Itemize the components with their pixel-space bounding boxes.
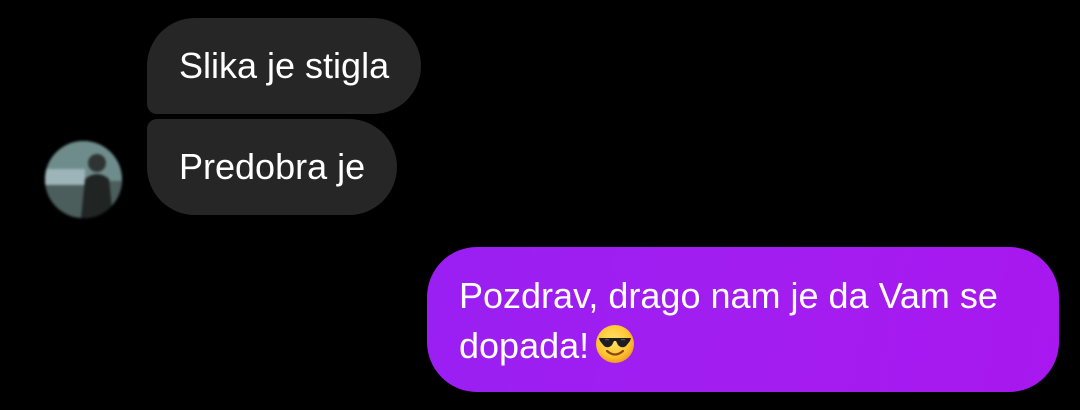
chat-thread: Slika je stigla Predobra je Pozdrav, dra…	[0, 0, 1080, 410]
message-text: Slika je stigla	[179, 45, 390, 86]
message-text-line: dopada!	[459, 321, 1029, 371]
incoming-message-bubble[interactable]: Predobra je	[147, 119, 398, 215]
incoming-message-bubble[interactable]: Slika je stigla	[147, 18, 422, 114]
message-text: dopada!	[459, 325, 590, 366]
message-text: Predobra je	[179, 146, 366, 187]
smiling-face-with-sunglasses-icon	[596, 325, 635, 363]
avatar-photo-icon	[45, 141, 122, 218]
message-text-line: Pozdrav, drago nam je da Vam se	[459, 275, 998, 316]
contact-avatar[interactable]	[45, 141, 122, 218]
outgoing-message-bubble[interactable]: Pozdrav, drago nam je da Vam se dopada!	[427, 247, 1059, 392]
